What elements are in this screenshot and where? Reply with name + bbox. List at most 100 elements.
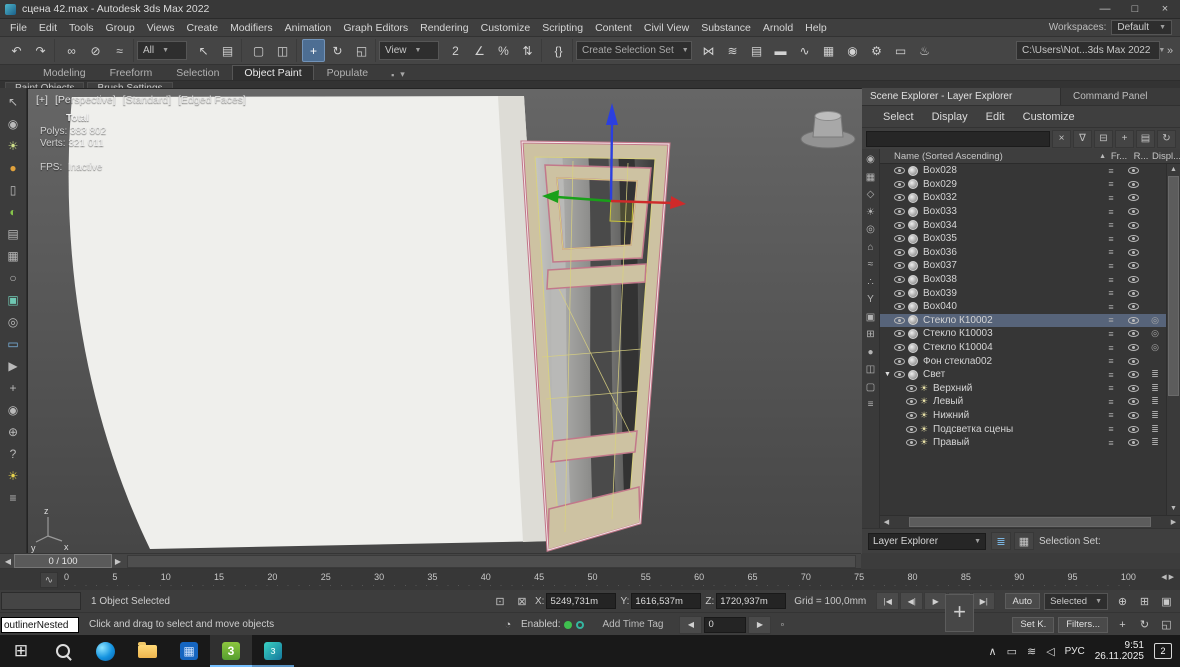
menu-substance[interactable]: Substance xyxy=(695,22,757,34)
search-button[interactable] xyxy=(42,635,84,667)
ribbon-tab-selection[interactable]: Selection xyxy=(165,66,230,80)
angle-snap-icon[interactable]: ∠ xyxy=(468,39,491,62)
frozen-toggle-icon[interactable]: ≡ xyxy=(1100,370,1122,380)
network-icon[interactable]: ≋ xyxy=(1027,645,1036,658)
play-button[interactable]: ▶ xyxy=(924,592,947,610)
explorer-row[interactable]: ☀Подсветка сцены≡≣ xyxy=(880,422,1166,436)
render-setup-icon[interactable]: ⚙ xyxy=(865,39,888,62)
explorer-vertical-scrollbar[interactable]: ▲ ▼ xyxy=(1166,164,1180,515)
visibility-eye-icon[interactable] xyxy=(894,208,905,215)
go-to-end-button[interactable]: ▶| xyxy=(972,592,995,610)
reference-coordinate-dropdown[interactable]: View ▼ xyxy=(379,41,439,60)
render-toggle-icon[interactable] xyxy=(1122,208,1144,215)
frozen-toggle-icon[interactable]: ≡ xyxy=(1100,207,1122,217)
filter-containers-icon[interactable]: ◫ xyxy=(864,363,878,376)
visibility-eye-icon[interactable] xyxy=(894,235,905,242)
select-dock-icon[interactable]: ↖ xyxy=(4,93,23,110)
volume-icon[interactable]: ◁ xyxy=(1046,645,1054,658)
dock-explorer-icon[interactable]: ≣ xyxy=(991,532,1011,550)
frozen-toggle-icon[interactable]: ≡ xyxy=(1100,329,1122,339)
scroll-down-icon[interactable]: ▼ xyxy=(1167,503,1180,515)
viewport-canvas[interactable]: z y x xyxy=(28,89,862,554)
explorer-row[interactable]: Box039≡ xyxy=(880,286,1166,300)
visibility-eye-icon[interactable] xyxy=(906,412,917,419)
set-keys-big-button[interactable]: + xyxy=(945,594,974,632)
visibility-eye-icon[interactable] xyxy=(894,330,905,337)
visibility-eye-icon[interactable] xyxy=(894,262,905,269)
render-column-header[interactable]: R... xyxy=(1130,151,1152,162)
frozen-toggle-icon[interactable]: ≡ xyxy=(1100,288,1122,298)
maximize-viewport-icon[interactable]: ◱ xyxy=(1156,616,1177,633)
explorer-horizontal-scrollbar[interactable]: ◀ ▶ xyxy=(880,515,1180,528)
frozen-toggle-icon[interactable]: ≡ xyxy=(1100,424,1122,434)
sync-explorer-icon[interactable]: ↻ xyxy=(1157,130,1176,148)
menu-edit[interactable]: Edit xyxy=(33,22,63,34)
play-dock-icon[interactable]: ▶ xyxy=(4,357,23,374)
key-filters-button[interactable]: Filters... xyxy=(1058,617,1108,633)
explorer-row[interactable]: ▼Свет≡≣ xyxy=(880,368,1166,382)
current-frame-field[interactable] xyxy=(704,617,746,633)
frozen-column-header[interactable]: Fr... xyxy=(1108,151,1130,162)
undo-icon[interactable]: ↶ xyxy=(5,39,28,62)
visibility-eye-icon[interactable] xyxy=(894,317,905,324)
orbit-icon[interactable]: ↻ xyxy=(1134,616,1155,633)
layer-explorer-icon[interactable]: ▤ xyxy=(745,39,768,62)
mirror-icon[interactable]: ⋈ xyxy=(697,39,720,62)
select-and-rotate-icon[interactable]: ↻ xyxy=(326,39,349,62)
render-toggle-icon[interactable] xyxy=(1122,358,1144,365)
explorer-row[interactable]: Стекло К10003≡◎ xyxy=(880,327,1166,341)
explorer-menu-edit[interactable]: Edit xyxy=(977,111,1014,123)
time-slider[interactable]: ◀ 0 / 100 ▶ xyxy=(0,553,861,569)
frozen-toggle-icon[interactable]: ≡ xyxy=(1100,356,1122,366)
frozen-toggle-icon[interactable]: ≡ xyxy=(1100,397,1122,407)
pan-icon[interactable]: + xyxy=(1112,616,1133,633)
display-toggle-icon[interactable]: ◎ xyxy=(1144,328,1166,339)
previous-frame-button[interactable]: ◀| xyxy=(900,592,923,610)
frozen-toggle-icon[interactable]: ≡ xyxy=(1100,179,1122,189)
track-bar[interactable]: ∿ 05101520253035404550556065707580859095… xyxy=(0,569,1180,591)
render-toggle-icon[interactable] xyxy=(1122,439,1144,446)
maximize-button[interactable]: □ xyxy=(1120,0,1150,18)
display-toggle-icon[interactable]: ≣ xyxy=(1144,396,1166,407)
filter-shapes-icon[interactable]: ◇ xyxy=(864,188,878,201)
menu-arnold[interactable]: Arnold xyxy=(757,22,799,34)
notes-dock-icon[interactable]: ≡ xyxy=(4,489,23,506)
explorer-row[interactable]: ☀Левый≡≣ xyxy=(880,395,1166,409)
ribbon-toggle-icon[interactable]: ▬ xyxy=(769,39,792,62)
explorer-row[interactable]: Box038≡ xyxy=(880,273,1166,287)
filter-funnel-icon[interactable]: ∇ xyxy=(1073,130,1092,148)
redo-icon[interactable]: ↷ xyxy=(29,39,52,62)
ribbon-tab-object-paint[interactable]: Object Paint xyxy=(232,65,313,80)
timer-icon[interactable] xyxy=(576,621,584,629)
visibility-eye-icon[interactable] xyxy=(894,358,905,365)
maxscript-listener-top[interactable] xyxy=(1,592,81,610)
x-coordinate-field[interactable] xyxy=(546,593,616,609)
explorer-row[interactable]: Box035≡ xyxy=(880,232,1166,246)
render-toggle-icon[interactable] xyxy=(1122,181,1144,188)
all-filter-dropdown[interactable]: All ▼ xyxy=(137,41,187,60)
frozen-toggle-icon[interactable]: ≡ xyxy=(1100,302,1122,312)
render-toggle-icon[interactable] xyxy=(1122,385,1144,392)
ribbon-tab-freeform[interactable]: Freeform xyxy=(99,66,164,80)
minimize-button[interactable]: — xyxy=(1090,0,1120,18)
ribbon-tab-populate[interactable]: Populate xyxy=(316,66,379,80)
visibility-eye-icon[interactable] xyxy=(906,385,917,392)
visibility-eye-icon[interactable] xyxy=(906,398,917,405)
explorer-row[interactable]: Box037≡ xyxy=(880,259,1166,273)
menu-create[interactable]: Create xyxy=(181,22,225,34)
menu-civil-view[interactable]: Civil View xyxy=(638,22,695,34)
display-toggle-icon[interactable]: ≣ xyxy=(1144,383,1166,394)
scene-explorer-header-tab[interactable]: Scene Explorer - Layer Explorer xyxy=(862,88,1061,105)
menu-tools[interactable]: Tools xyxy=(63,22,100,34)
menu-file[interactable]: File xyxy=(4,22,33,34)
explorer-menu-customize[interactable]: Customize xyxy=(1014,111,1084,123)
timeline-scroll-left-icon[interactable]: ◀ xyxy=(1161,573,1166,581)
display-toggle-icon[interactable]: ≣ xyxy=(1144,424,1166,435)
zoom-extents-icon[interactable]: ▣ xyxy=(1156,593,1177,610)
ribbon-tab-modeling[interactable]: Modeling xyxy=(32,66,97,80)
frozen-toggle-icon[interactable]: ≡ xyxy=(1100,234,1122,244)
next-frame-arrow[interactable]: ▶ xyxy=(112,557,124,566)
select-and-scale-icon[interactable]: ◱ xyxy=(350,39,373,62)
spark-dock-icon[interactable]: ☀ xyxy=(4,467,23,484)
menu-views[interactable]: Views xyxy=(141,22,181,34)
